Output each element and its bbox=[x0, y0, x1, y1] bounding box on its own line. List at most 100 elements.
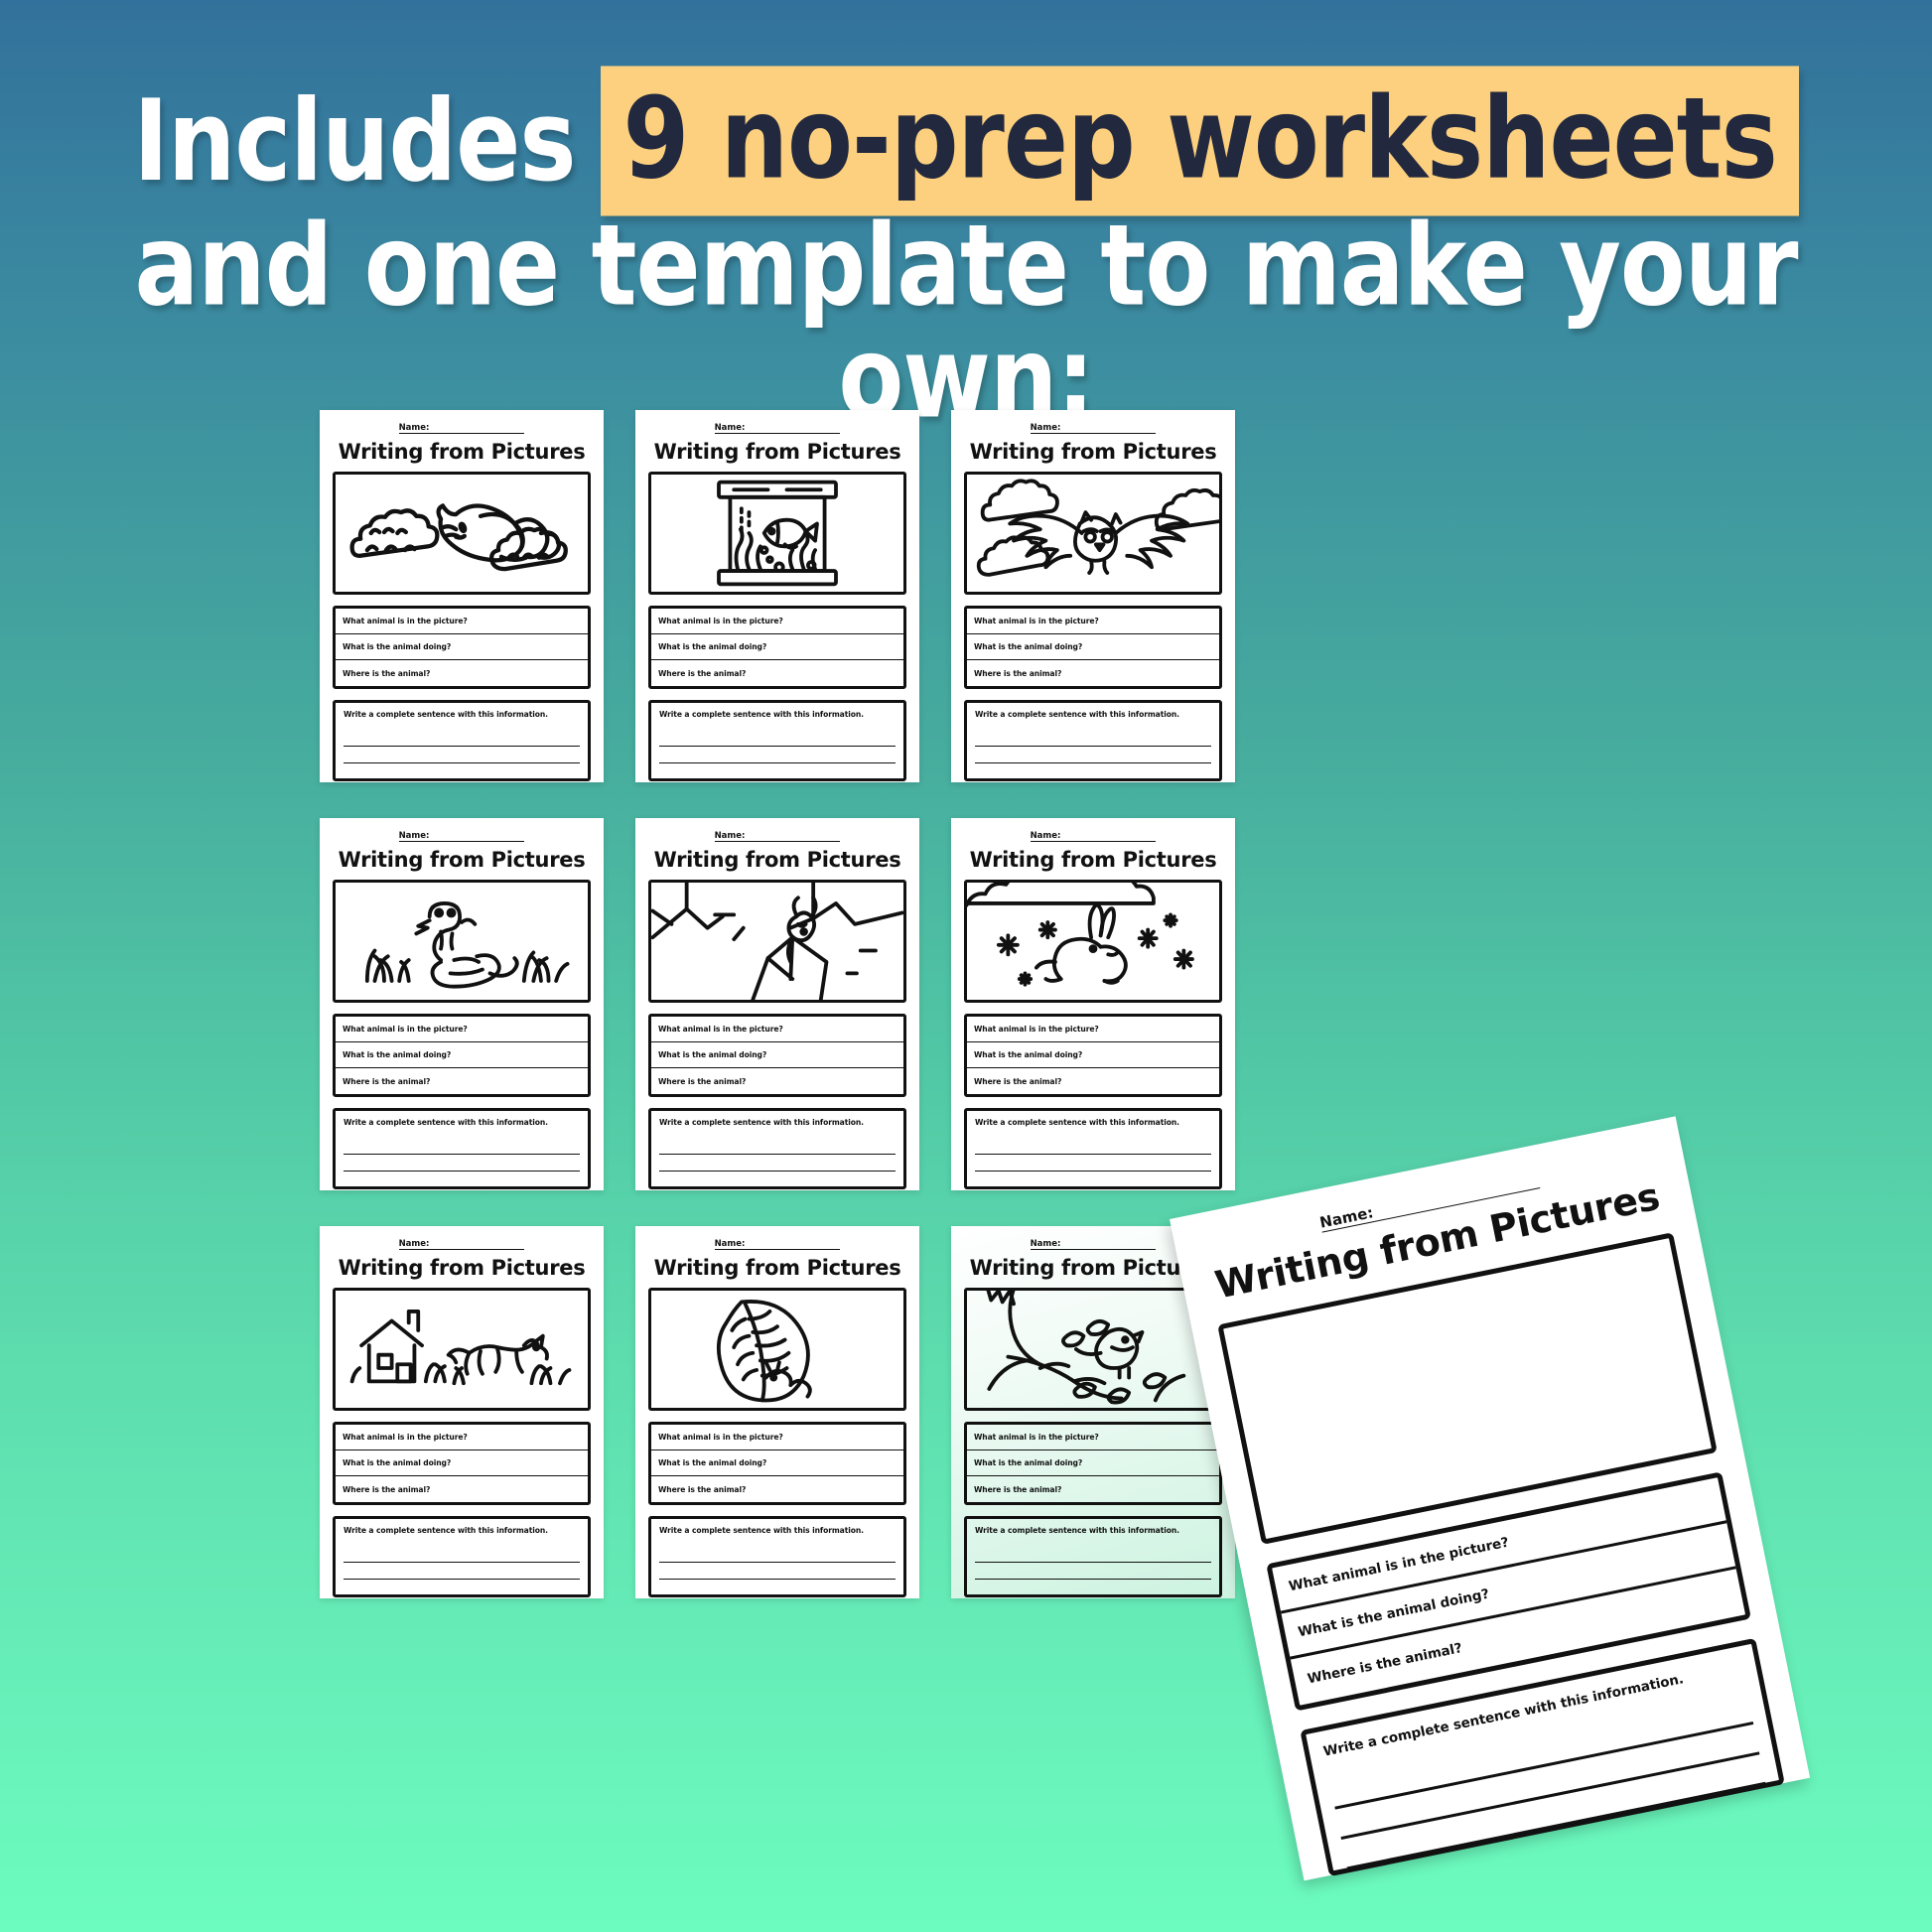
question-row[interactable]: What is the animal doing? bbox=[651, 1042, 903, 1069]
name-blank-line[interactable] bbox=[745, 1240, 841, 1250]
sentence-box[interactable]: Write a complete sentence with this info… bbox=[648, 1516, 906, 1598]
worksheet-card-7[interactable]: Name: Writing from Pictures What animal … bbox=[320, 1226, 604, 1598]
sentence-box[interactable]: Write a complete sentence with this info… bbox=[333, 700, 591, 782]
question-row[interactable]: What animal is in the picture? bbox=[967, 609, 1219, 635]
sentence-box[interactable]: Write a complete sentence with this info… bbox=[333, 1108, 591, 1190]
name-blank-line[interactable] bbox=[429, 832, 525, 842]
writing-line[interactable] bbox=[659, 1138, 896, 1156]
question-label: What animal is in the picture? bbox=[974, 1025, 1099, 1035]
writing-line[interactable] bbox=[659, 763, 896, 781]
writing-line[interactable] bbox=[975, 747, 1211, 764]
writing-line[interactable] bbox=[975, 763, 1211, 781]
question-row[interactable]: What is the animal doing? bbox=[651, 634, 903, 661]
sentence-prompt: Write a complete sentence with this info… bbox=[975, 710, 1179, 720]
writing-line[interactable] bbox=[659, 1155, 896, 1173]
writing-line[interactable] bbox=[975, 1155, 1211, 1173]
question-row[interactable]: Where is the animal? bbox=[967, 1068, 1219, 1094]
question-label: What animal is in the picture? bbox=[658, 1025, 783, 1035]
sentence-box[interactable]: Write a complete sentence with this info… bbox=[333, 1516, 591, 1598]
writing-line[interactable] bbox=[659, 1580, 896, 1597]
question-label: What animal is in the picture? bbox=[343, 1025, 468, 1035]
question-row[interactable]: What animal is in the picture? bbox=[967, 1017, 1219, 1043]
worksheet-card-4[interactable]: Name: Writing from Pictures What animal … bbox=[320, 818, 604, 1190]
writing-line[interactable] bbox=[975, 1172, 1211, 1189]
worksheet-card-5[interactable]: Name: Writing from Pictures What animal … bbox=[635, 818, 919, 1190]
writing-line[interactable] bbox=[344, 1546, 580, 1564]
question-label: Where is the animal? bbox=[974, 668, 1062, 678]
question-row[interactable]: What animal is in the picture? bbox=[651, 609, 903, 635]
sentence-box[interactable]: Write a complete sentence with this info… bbox=[648, 700, 906, 782]
writing-line[interactable] bbox=[975, 730, 1211, 748]
question-row[interactable]: What animal is in the picture? bbox=[336, 1425, 588, 1451]
question-row[interactable]: Where is the animal? bbox=[336, 1476, 588, 1502]
writing-line[interactable] bbox=[344, 1138, 580, 1156]
question-row[interactable]: What is the animal doing? bbox=[336, 1042, 588, 1069]
question-row[interactable]: What is the animal doing? bbox=[967, 1450, 1219, 1477]
name-blank-line[interactable] bbox=[1060, 1240, 1157, 1250]
question-row[interactable]: What animal is in the picture? bbox=[651, 1425, 903, 1451]
writing-line[interactable] bbox=[975, 1563, 1211, 1581]
name-blank-line[interactable] bbox=[429, 424, 525, 434]
sentence-box[interactable]: Write a complete sentence with this info… bbox=[964, 1516, 1222, 1598]
name-row: Name: bbox=[964, 829, 1222, 842]
writing-line[interactable] bbox=[975, 1546, 1211, 1564]
question-row[interactable]: Where is the animal? bbox=[651, 660, 903, 686]
name-blank-line[interactable] bbox=[745, 832, 841, 842]
writing-line[interactable] bbox=[659, 747, 896, 764]
writing-line[interactable] bbox=[344, 1172, 580, 1189]
writing-line[interactable] bbox=[344, 1155, 580, 1173]
question-row[interactable]: What is the animal doing? bbox=[967, 634, 1219, 661]
cat-sleeping-on-clouds-icon bbox=[349, 503, 568, 572]
writing-line[interactable] bbox=[344, 747, 580, 764]
writing-line[interactable] bbox=[344, 1580, 580, 1597]
question-row[interactable]: Where is the animal? bbox=[967, 1476, 1219, 1502]
picture-box bbox=[333, 1288, 591, 1412]
name-blank-line[interactable] bbox=[1060, 832, 1157, 842]
headline-plain-text: Includes bbox=[133, 74, 576, 207]
worksheet-card-6[interactable]: Name: Writing from Pictures What animal … bbox=[951, 818, 1235, 1190]
owl-flying-in-clouds-icon bbox=[976, 479, 1219, 577]
writing-line[interactable] bbox=[975, 1138, 1211, 1156]
writing-line[interactable] bbox=[659, 1172, 896, 1189]
worksheet-card-8[interactable]: Name: Writing from Pictures What animal … bbox=[635, 1226, 919, 1598]
question-row[interactable]: What is the animal doing? bbox=[967, 1042, 1219, 1069]
question-row[interactable]: What animal is in the picture? bbox=[967, 1425, 1219, 1451]
worksheet-card-3[interactable]: Name: Writing from Pictures What animal … bbox=[951, 410, 1235, 782]
name-row: Name: bbox=[648, 421, 906, 434]
sentence-box[interactable]: Write a complete sentence with this info… bbox=[964, 1108, 1222, 1190]
name-label: Name: bbox=[1317, 1203, 1375, 1233]
worksheet-card-2[interactable]: Name: Writing from Pictures What animal … bbox=[635, 410, 919, 782]
question-row[interactable]: What animal is in the picture? bbox=[336, 1017, 588, 1043]
question-row[interactable]: What animal is in the picture? bbox=[336, 609, 588, 635]
name-blank-line[interactable] bbox=[745, 424, 841, 434]
worksheet-title: Writing from Pictures bbox=[338, 1256, 586, 1280]
question-row[interactable]: What is the animal doing? bbox=[651, 1450, 903, 1477]
question-row[interactable]: Where is the animal? bbox=[336, 1068, 588, 1094]
questions-box: What animal is in the picture? What is t… bbox=[333, 1422, 591, 1506]
question-row[interactable]: What is the animal doing? bbox=[336, 1450, 588, 1477]
writing-line[interactable] bbox=[659, 1563, 896, 1581]
name-blank-line[interactable] bbox=[1060, 424, 1157, 434]
worksheet-card-1[interactable]: Name: Writing from Pictures What animal … bbox=[320, 410, 604, 782]
writing-line[interactable] bbox=[975, 1580, 1211, 1597]
writing-line[interactable] bbox=[659, 730, 896, 748]
question-row[interactable]: Where is the animal? bbox=[967, 660, 1219, 686]
question-row[interactable]: What animal is in the picture? bbox=[651, 1017, 903, 1043]
question-label: Where is the animal? bbox=[343, 1076, 431, 1086]
headline-highlight-text: 9 no-prep worksheets bbox=[601, 66, 1799, 216]
writing-line[interactable] bbox=[344, 730, 580, 748]
worksheet-title: Writing from Pictures bbox=[653, 1256, 901, 1280]
question-label: What is the animal doing? bbox=[658, 1050, 767, 1060]
sentence-box[interactable]: Write a complete sentence with this info… bbox=[964, 700, 1222, 782]
question-row[interactable]: Where is the animal? bbox=[651, 1068, 903, 1094]
question-row[interactable]: What is the animal doing? bbox=[336, 634, 588, 661]
question-row[interactable]: Where is the animal? bbox=[651, 1476, 903, 1502]
name-blank-line[interactable] bbox=[429, 1240, 525, 1250]
writing-line[interactable] bbox=[659, 1546, 896, 1564]
writing-line[interactable] bbox=[344, 1563, 580, 1581]
sentence-box[interactable]: Write a complete sentence with this info… bbox=[648, 1108, 906, 1190]
mountain-goat-on-rocks-icon bbox=[651, 883, 903, 1001]
question-row[interactable]: Where is the animal? bbox=[336, 660, 588, 686]
writing-line[interactable] bbox=[344, 763, 580, 781]
blank-template-card[interactable]: Name: Writing from Pictures What animal … bbox=[1170, 1116, 1811, 1881]
